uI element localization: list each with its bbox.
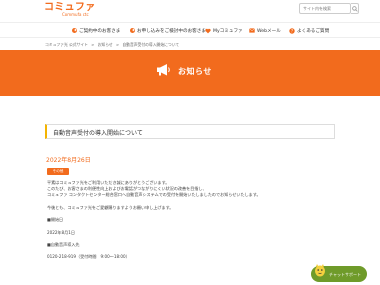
arrow-circle-icon [72,28,77,33]
body-line: 0120-218-919（受付時間 9:00～18:00） [47,254,130,260]
breadcrumb-separator: > [115,42,120,47]
nav-item-label: お申し込みをご検討中のお客さま [137,28,206,34]
breadcrumb-home[interactable]: コミュファ光 公式サイト [45,42,88,47]
nav-item-existing-customers[interactable]: ご契約中のお客さま [72,23,120,38]
nav-item-webmail[interactable]: Webメール [249,23,281,38]
site-header: コミュファ Commufa ctc [0,0,380,22]
breadcrumb-separator: > [91,42,95,47]
logo-subtext: Commufa ctc [62,12,89,17]
global-nav: ご契約中のお客さま お申し込みをご検討中のお客さま Myコミュファ Webメール… [0,22,380,38]
breadcrumb-news[interactable]: お知らせ [98,42,113,47]
nav-item-label: ご契約中のお客さま [79,28,121,34]
article-headline: 自動音声受付の導入開始について [53,130,143,137]
article-date: 2022年8月26日 [46,157,91,164]
chat-support-label: チャットサポート [329,272,361,277]
search-input[interactable] [299,3,351,14]
mail-icon [249,28,255,33]
nav-item-label: Myコミュファ [213,28,243,34]
nav-item-faq[interactable]: ? よくあるご質問 [289,23,329,38]
chat-support-button[interactable]: チャットサポート [311,264,367,282]
commufa-logo[interactable]: コミュファ Commufa ctc [44,3,96,18]
question-icon: ? [289,27,295,34]
breadcrumb-current: 自動音声受付の導入開始について [122,42,180,47]
megaphone-icon [157,64,170,76]
breadcrumb: コミュファ光 公式サイト > お知らせ > 自動音声受付の導入開始について [45,42,181,48]
search-icon [352,6,358,12]
heart-icon [205,28,211,33]
category-badge: その他 [47,168,69,175]
nav-item-label: よくあるご質問 [297,28,330,34]
nav-item-prospective-customers[interactable]: お申し込みをご検討中のお客さま [130,23,206,38]
nav-item-my-commufa[interactable]: Myコミュファ [205,23,243,38]
article-body: 平素はコミュファ光をご利用いただき誠にありがとうございます。 このたび、お客さま… [47,180,337,261]
arrow-circle-icon [130,28,135,33]
mascot-icon [315,264,325,277]
nav-item-label: Webメール [257,28,281,34]
page-title: お知らせ [178,67,212,76]
article-headline-box: 自動音声受付の導入開始について [45,124,335,139]
search-button[interactable] [351,3,359,14]
svg-text:?: ? [291,28,293,33]
